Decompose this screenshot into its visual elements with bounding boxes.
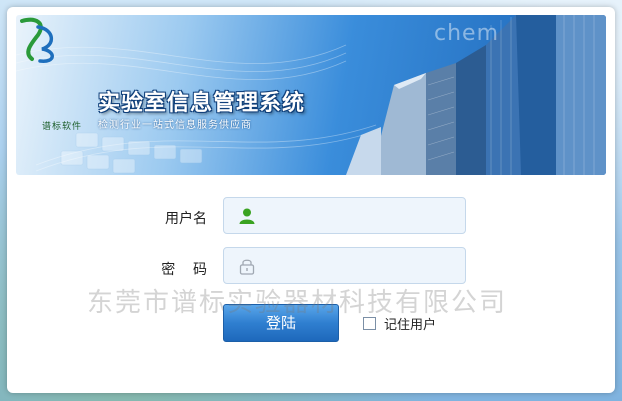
login-panel: 谱标软件 实验室信息管理系统 检测行业一站式信息服务供应商 chem 用户名 密… bbox=[7, 7, 615, 393]
username-field[interactable] bbox=[223, 197, 466, 235]
user-icon bbox=[239, 208, 255, 224]
app-title: 实验室信息管理系统 bbox=[98, 91, 306, 116]
header-banner: 谱标软件 实验室信息管理系统 检测行业一站式信息服务供应商 chem bbox=[16, 15, 606, 175]
remember-checkbox[interactable] bbox=[363, 316, 376, 330]
username-label: 用户名 bbox=[165, 211, 207, 227]
password-label: 密 码 bbox=[161, 262, 207, 278]
company-logo bbox=[20, 17, 54, 63]
password-input[interactable] bbox=[264, 248, 463, 285]
password-field[interactable] bbox=[223, 247, 466, 285]
login-button[interactable]: 登陆 bbox=[223, 304, 339, 342]
username-input[interactable] bbox=[264, 198, 463, 235]
remember-user[interactable]: 记住用户 bbox=[363, 314, 437, 333]
remember-label: 记住用户 bbox=[384, 317, 437, 333]
app-subtitle: 检测行业一站式信息服务供应商 bbox=[98, 120, 252, 131]
lock-icon bbox=[239, 259, 255, 275]
brand-watermark: chem bbox=[434, 21, 500, 46]
logo-caption: 谱标软件 bbox=[42, 122, 83, 132]
